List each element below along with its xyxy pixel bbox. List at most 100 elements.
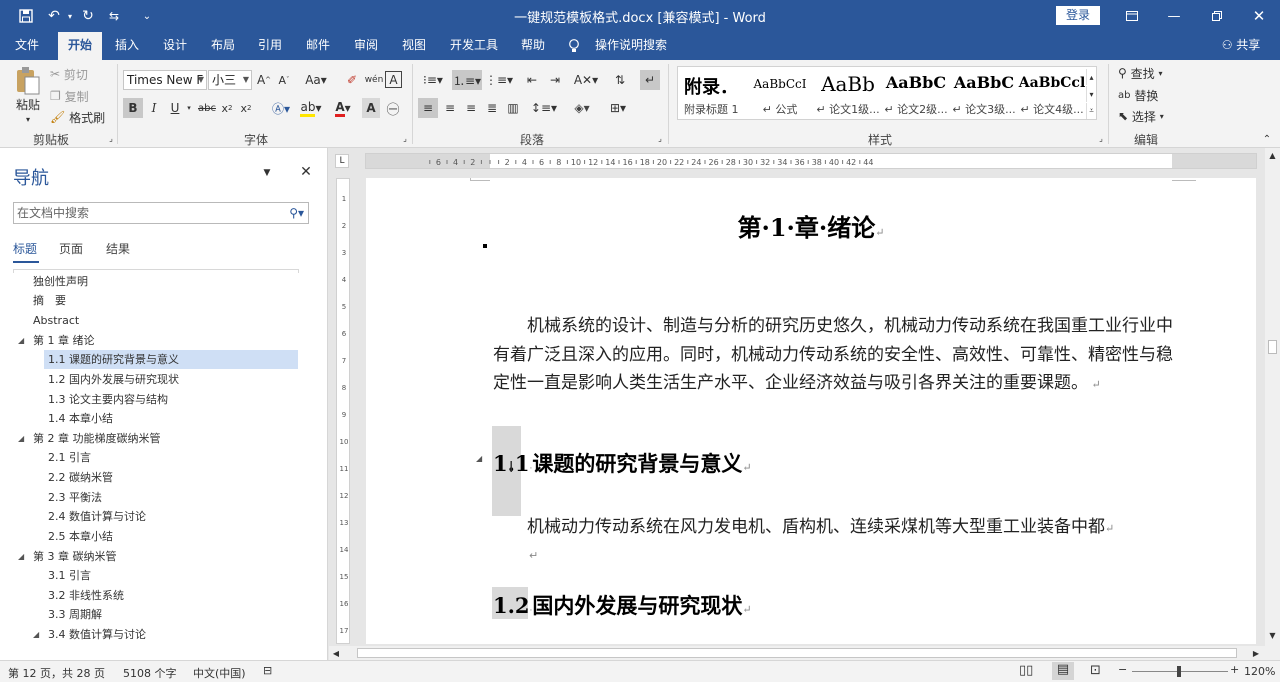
- nav-heading-item[interactable]: 1.2 国内外发展与研究现状: [48, 370, 179, 389]
- tab-layout[interactable]: 布局: [202, 32, 244, 60]
- section-heading-1-1[interactable]: 1.1·课题的研究背景与意义↵: [493, 448, 752, 478]
- nav-heading-item[interactable]: 3.3 周期解: [48, 605, 102, 624]
- style-thesis-level-3[interactable]: AaBbC ↵ 论文3级...: [950, 67, 1018, 119]
- restore-icon[interactable]: [1203, 5, 1231, 27]
- tab-insert[interactable]: 插入: [106, 32, 148, 60]
- tab-review[interactable]: 审阅: [345, 32, 387, 60]
- tab-view[interactable]: 视图: [393, 32, 435, 60]
- grow-font-icon[interactable]: A ^: [256, 70, 272, 90]
- chinese-layout-icon[interactable]: A✕▾: [572, 70, 600, 90]
- nav-heading-item[interactable]: 2.2 碳纳米管: [48, 468, 113, 487]
- distributed-icon[interactable]: ▥: [503, 98, 523, 118]
- shading-icon[interactable]: ◈▾: [568, 98, 596, 118]
- body-paragraph[interactable]: 机械系统的设计、制造与分析的研究历史悠久，机械动力传动系统在我国重工业行业中有着…: [493, 312, 1187, 400]
- format-painter-button[interactable]: 🖌 格式刷: [50, 108, 106, 126]
- bold-icon[interactable]: B: [123, 98, 143, 118]
- styles-launcher-icon[interactable]: ⌟: [1096, 131, 1106, 145]
- tab-references[interactable]: 引用: [249, 32, 291, 60]
- nav-tab-results[interactable]: 结果: [106, 240, 130, 257]
- nav-heading-item[interactable]: 3.2 非线性系统: [48, 586, 124, 605]
- nav-heading-item[interactable]: 3.4 数值计算与讨论: [48, 625, 146, 644]
- paste-dropdown-icon[interactable]: ▾: [20, 114, 36, 124]
- style-thesis-level-1[interactable]: AaBb ↵ 论文1级...: [814, 67, 882, 119]
- zoom-in-icon[interactable]: +: [1230, 663, 1239, 676]
- close-icon[interactable]: ✕: [298, 164, 314, 180]
- section-heading-1-2[interactable]: 1.2·国内外发展与研究现状↵: [493, 590, 752, 620]
- horizontal-scrollbar[interactable]: ◀ ▶: [329, 646, 1265, 660]
- collapse-ribbon-icon[interactable]: ⌃: [1260, 132, 1274, 146]
- nav-tab-pages[interactable]: 页面: [59, 240, 83, 257]
- nav-heading-item[interactable]: 1.3 论文主要内容与结构: [48, 390, 168, 409]
- tell-me-search[interactable]: 操作说明搜索: [592, 32, 670, 60]
- styles-scroll-down-icon[interactable]: ▾: [1086, 86, 1096, 102]
- macro-record-icon[interactable]: ⊟: [263, 664, 272, 677]
- document-page[interactable]: 第·1·章·绪论↵ 机械系统的设计、制造与分析的研究历史悠久，机械动力传动系统在…: [366, 178, 1256, 644]
- styles-scroll-up-icon[interactable]: ▴: [1086, 69, 1096, 85]
- vertical-scrollbar[interactable]: ▲ ▼: [1265, 148, 1280, 660]
- font-launcher-icon[interactable]: ⌟: [400, 131, 410, 145]
- align-left-icon[interactable]: ≡: [418, 98, 438, 118]
- ribbon-display-icon[interactable]: [1118, 5, 1146, 27]
- replace-button[interactable]: ab 替换: [1118, 86, 1174, 104]
- nav-heading-item[interactable]: 摘 要: [33, 291, 66, 310]
- shrink-font-icon[interactable]: Aˇ: [276, 70, 292, 90]
- font-name-combo[interactable]: Times New F ▼: [123, 70, 207, 90]
- language-indicator[interactable]: 中文(中国): [193, 665, 246, 681]
- search-icon[interactable]: ⚲▾: [289, 203, 304, 223]
- character-shading-icon[interactable]: A: [362, 98, 380, 118]
- nav-search-input[interactable]: 在文档中搜索 ⚲▾: [13, 202, 309, 224]
- cut-button[interactable]: ✂ 剪切: [50, 65, 94, 83]
- copy-button[interactable]: ❐ 复制: [50, 87, 94, 105]
- nav-options-icon[interactable]: ▼: [260, 166, 274, 180]
- close-icon[interactable]: ✕: [1245, 5, 1273, 27]
- clear-formatting-icon[interactable]: ✐: [342, 70, 362, 90]
- web-layout-icon[interactable]: ⊡: [1090, 663, 1101, 678]
- nav-heading-item[interactable]: 2.4 数值计算与讨论: [48, 507, 146, 526]
- superscript-icon[interactable]: x2: [238, 98, 254, 118]
- highlight-icon[interactable]: ab ▾: [298, 98, 324, 118]
- clipboard-launcher-icon[interactable]: ⌟: [106, 131, 116, 145]
- numbering-icon[interactable]: ⒈≡▾: [452, 70, 482, 90]
- bullets-icon[interactable]: ⁝≡▾: [418, 70, 448, 90]
- nav-heading-item[interactable]: 2.1 引言: [48, 448, 91, 467]
- font-size-combo[interactable]: 小三 ▼: [208, 70, 252, 90]
- justify-icon[interactable]: ≣: [482, 98, 502, 118]
- nav-heading-item[interactable]: 3.1 引言: [48, 566, 91, 585]
- nav-heading-item[interactable]: 2.5 本章小结: [48, 527, 113, 546]
- sort-icon[interactable]: ⇅: [610, 70, 630, 90]
- tab-selector-icon[interactable]: L: [335, 154, 349, 168]
- collapse-triangle-icon[interactable]: ◢: [18, 331, 24, 350]
- nav-heading-item[interactable]: 独创性声明: [33, 272, 88, 291]
- word-count[interactable]: 5108 个字: [123, 665, 177, 681]
- tab-help[interactable]: 帮助: [512, 32, 554, 60]
- horizontal-ruler[interactable]: 6 4 2 2 4 6 8 10 12 14 16 18 20 22 24 26 28 30 32 34 36 38 40 4…: [365, 153, 1257, 169]
- collapse-triangle-icon[interactable]: ◢: [18, 429, 24, 448]
- nav-heading-item[interactable]: 2.3 平衡法: [48, 488, 102, 507]
- paste-icon[interactable]: [12, 66, 44, 96]
- paste-button[interactable]: 粘贴: [10, 96, 46, 112]
- tab-design[interactable]: 设计: [154, 32, 196, 60]
- show-marks-icon[interactable]: ↵: [640, 70, 660, 90]
- scroll-left-icon[interactable]: ◀: [331, 648, 341, 658]
- scroll-right-icon[interactable]: ▶: [1251, 648, 1261, 658]
- scroll-thumb[interactable]: [1268, 340, 1277, 354]
- strikethrough-icon[interactable]: abc: [197, 98, 217, 118]
- login-button[interactable]: 登录: [1056, 6, 1100, 25]
- find-button[interactable]: ⚲ 查找 ▾: [1118, 64, 1174, 82]
- styles-more-icon[interactable]: ⩡: [1086, 103, 1096, 119]
- phonetic-guide-icon[interactable]: wén: [364, 70, 384, 90]
- line-spacing-icon[interactable]: ↕≡▾: [530, 98, 558, 118]
- underline-icon[interactable]: U: [166, 98, 184, 118]
- align-right-icon[interactable]: ≡: [461, 98, 481, 118]
- tab-file[interactable]: 文件: [6, 32, 48, 60]
- style-thesis-level-2[interactable]: AaBbC ↵ 论文2级...: [882, 67, 950, 119]
- increase-indent-icon[interactable]: ⇥: [545, 70, 565, 90]
- decrease-indent-icon[interactable]: ⇤: [522, 70, 542, 90]
- collapse-triangle-icon[interactable]: ◢: [33, 625, 39, 644]
- collapse-heading-icon[interactable]: ◢: [476, 454, 482, 463]
- tab-home[interactable]: 开始: [58, 32, 102, 60]
- style-formula[interactable]: AaBbCcI ↵ 公式: [746, 67, 814, 119]
- tab-developer[interactable]: 开发工具: [446, 32, 502, 60]
- character-border-icon[interactable]: A: [385, 71, 402, 88]
- scroll-down-icon[interactable]: ▼: [1267, 630, 1278, 640]
